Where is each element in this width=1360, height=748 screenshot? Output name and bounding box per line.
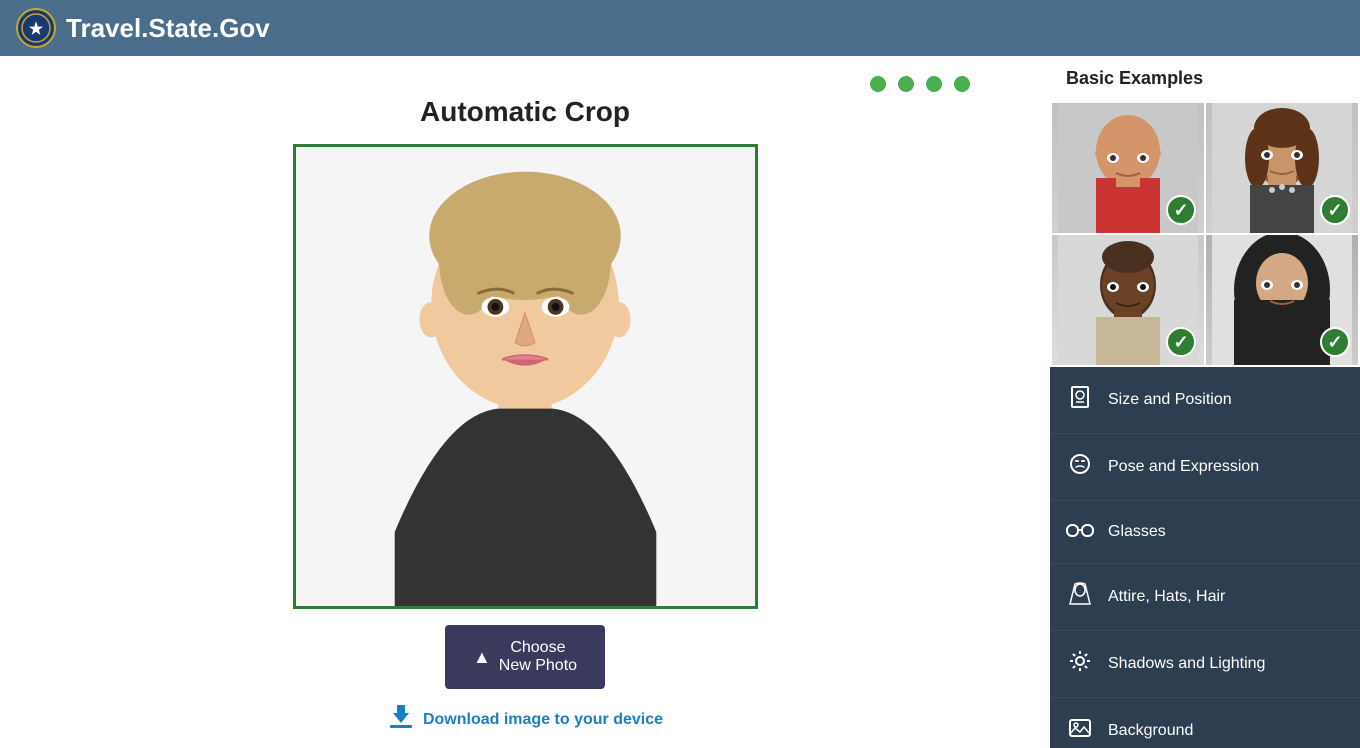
- attire-icon: [1066, 582, 1094, 612]
- examples-grid: ✓: [1050, 101, 1360, 367]
- sidebar-menu: Size and Position Pose and Expression: [1050, 367, 1360, 748]
- sidebar-item-shadows[interactable]: Shadows and Lighting: [1050, 631, 1360, 698]
- pose-expression-icon: [1066, 452, 1094, 482]
- example-photo-1: ✓: [1052, 103, 1204, 233]
- shadows-label: Shadows and Lighting: [1108, 655, 1265, 673]
- check-badge-1: ✓: [1166, 195, 1196, 225]
- sidebar-item-pose-expression[interactable]: Pose and Expression: [1050, 434, 1360, 501]
- progress-dot-2: [898, 76, 914, 92]
- download-icon: [387, 703, 415, 737]
- glasses-label: Glasses: [1108, 523, 1166, 541]
- site-title: Travel.State.Gov: [66, 13, 270, 44]
- download-link[interactable]: Download image to your device: [387, 703, 663, 737]
- upload-icon: ▲: [473, 647, 491, 668]
- svg-text:★: ★: [29, 21, 44, 38]
- check-badge-4: ✓: [1320, 327, 1350, 357]
- choose-new-photo-button[interactable]: ▲ ChooseNew Photo: [445, 625, 605, 689]
- progress-dot-4: [954, 76, 970, 92]
- glasses-icon: [1066, 519, 1094, 545]
- sidebar: Basic Examples ✓: [1050, 56, 1360, 748]
- example-photo-3: ✓: [1052, 235, 1204, 365]
- size-position-icon: [1066, 385, 1094, 415]
- background-icon: [1066, 716, 1094, 746]
- sidebar-header: Basic Examples: [1050, 56, 1360, 101]
- sidebar-item-size-position[interactable]: Size and Position: [1050, 367, 1360, 434]
- photo-frame: [293, 144, 758, 609]
- logo-icon: ★: [16, 8, 56, 48]
- download-arrow-icon: [387, 703, 415, 731]
- example-photo-2: ✓: [1206, 103, 1358, 233]
- passport-photo-svg: [296, 147, 755, 606]
- sidebar-item-attire[interactable]: Attire, Hats, Hair: [1050, 564, 1360, 631]
- attire-label: Attire, Hats, Hair: [1108, 588, 1225, 606]
- center-area: Automatic Crop: [0, 56, 1050, 748]
- check-badge-2: ✓: [1320, 195, 1350, 225]
- page-title: Automatic Crop: [420, 96, 630, 128]
- download-label: Download image to your device: [423, 711, 663, 729]
- sidebar-item-background[interactable]: Background: [1050, 698, 1360, 748]
- example-photo-4: ✓: [1206, 235, 1358, 365]
- background-label: Background: [1108, 722, 1193, 740]
- progress-dots: [20, 76, 1030, 92]
- header: ★ Travel.State.Gov: [0, 0, 1360, 56]
- shadows-icon: [1066, 649, 1094, 679]
- progress-dot-1: [870, 76, 886, 92]
- check-badge-3: ✓: [1166, 327, 1196, 357]
- pose-expression-label: Pose and Expression: [1108, 458, 1259, 476]
- main-content: Automatic Crop: [0, 56, 1360, 748]
- sidebar-item-glasses[interactable]: Glasses: [1050, 501, 1360, 564]
- progress-dot-3: [926, 76, 942, 92]
- choose-btn-label: ChooseNew Photo: [499, 639, 577, 675]
- size-position-label: Size and Position: [1108, 391, 1232, 409]
